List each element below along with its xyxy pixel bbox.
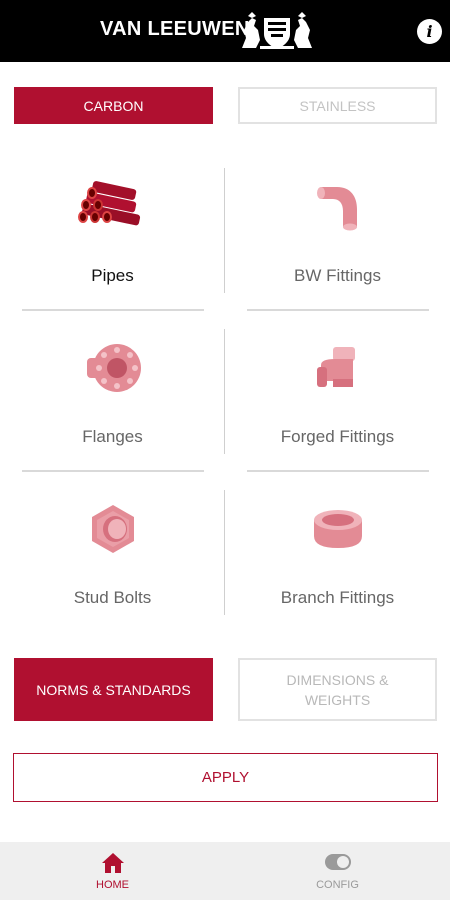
- info-button[interactable]: i: [417, 19, 442, 44]
- tab-label: CONFIG: [316, 879, 359, 891]
- branch-fitting-icon: [313, 510, 362, 548]
- stainless-toggle-button[interactable]: STAINLESS: [238, 87, 437, 124]
- product-tile-flanges[interactable]: Flanges: [0, 321, 225, 482]
- forged-elbow-icon: [316, 347, 355, 387]
- tile-separator: [22, 309, 204, 311]
- product-label: BW Fittings: [294, 266, 381, 285]
- bw-fitting-elbow-icon: [316, 187, 357, 231]
- product-label: Flanges: [82, 427, 143, 446]
- tab-config[interactable]: CONFIG: [225, 842, 450, 900]
- tab-home[interactable]: HOME: [0, 842, 225, 900]
- product-label: Branch Fittings: [280, 588, 395, 607]
- app-header: VAN LEEUWEN i: [0, 0, 450, 62]
- product-label: Forged Fittings: [280, 427, 395, 446]
- home-icon: [101, 853, 124, 873]
- tab-label: HOME: [96, 879, 129, 891]
- carbon-toggle-button[interactable]: CARBON: [14, 87, 213, 124]
- toggle-icon: [324, 854, 351, 870]
- norms-standards-button[interactable]: NORMS & STANDARDS: [14, 658, 213, 721]
- brand-name: VAN LEEUWEN: [100, 18, 250, 40]
- info-icon: i: [426, 21, 433, 41]
- product-label: Stud Bolts: [73, 588, 152, 607]
- tile-separator: [247, 309, 429, 311]
- hex-nut-icon: [91, 505, 134, 553]
- product-tile-pipes[interactable]: Pipes: [0, 160, 225, 321]
- product-tile-stud-bolts[interactable]: Stud Bolts: [0, 482, 225, 643]
- bottom-tab-bar: HOME CONFIG: [0, 842, 450, 900]
- flange-icon: [86, 344, 141, 392]
- apply-button[interactable]: APPLY: [13, 753, 438, 802]
- product-tile-bw-fittings[interactable]: BW Fittings: [225, 160, 450, 321]
- tile-separator: [247, 470, 429, 472]
- tile-separator: [22, 470, 204, 472]
- product-tile-forged-fittings[interactable]: Forged Fittings: [225, 321, 450, 482]
- lion-crest-logo: [242, 12, 312, 49]
- pipes-icon: [77, 181, 140, 226]
- product-tile-branch-fittings[interactable]: Branch Fittings: [225, 482, 450, 643]
- dimensions-weights-button[interactable]: DIMENSIONS & WEIGHTS: [238, 658, 437, 721]
- product-label: Pipes: [91, 266, 134, 285]
